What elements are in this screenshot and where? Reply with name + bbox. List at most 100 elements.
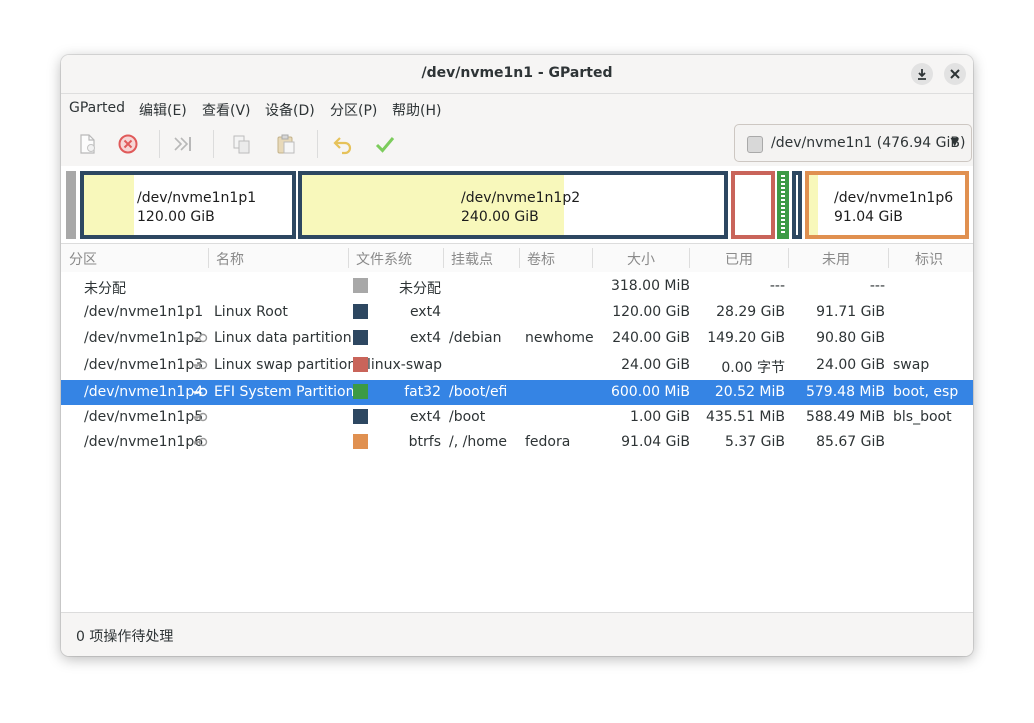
copy-icon <box>233 135 250 154</box>
table-row[interactable]: /dev/nvme1n1p6 btrfs /, /home fedora 91.04 G… <box>61 430 973 455</box>
undo-icon <box>333 137 352 155</box>
title-bar: /dev/nvme1n1 - GParted <box>61 55 973 94</box>
partition-path: /dev/nvme1n1p6 <box>84 434 204 450</box>
apply-icon <box>375 137 395 153</box>
paste-icon <box>277 134 295 154</box>
drive-icon <box>747 136 763 153</box>
size: 120.00 GiB <box>612 304 690 320</box>
apply-button[interactable] <box>371 130 399 158</box>
partition-path: /dev/nvme1n1p3 <box>84 357 204 373</box>
disk-map-partition-p3[interactable] <box>731 171 775 239</box>
pending-operations-text: 0 项操作待处理 <box>76 629 174 645</box>
partition-path: 未分配 <box>84 281 126 297</box>
menu-edit[interactable]: 编辑(E) <box>139 100 187 120</box>
used: 5.37 GiB <box>725 434 785 450</box>
partition-size: 240.00 GiB <box>461 209 539 225</box>
partition-size: 91.04 GiB <box>834 209 903 225</box>
table-row[interactable]: /dev/nvme1n1p5 ext4/boot 1.00 GiB 435.51 Mi… <box>61 405 973 430</box>
size: 1.00 GiB <box>630 409 690 425</box>
filesystem-color-swatch <box>353 357 368 372</box>
column-flags[interactable]: 标识 <box>915 249 943 269</box>
disk-map-partition-p6[interactable]: /dev/nvme1n1p6 91.04 GiB <box>805 171 969 239</box>
column-partition[interactable]: 分区 <box>69 249 97 269</box>
filesystem: fat32 <box>404 384 441 400</box>
toolbar-separator <box>317 130 318 158</box>
toolbar-separator <box>159 130 160 158</box>
filesystem: linux-swap <box>367 357 443 373</box>
device-label: /dev/nvme1n1 (476.94 GiB) <box>771 135 966 151</box>
menu-device[interactable]: 设备(D) <box>265 100 315 120</box>
filesystem: ext4 <box>409 304 441 320</box>
column-filesystem[interactable]: 文件系统 <box>356 249 412 269</box>
gparted-window: /dev/nvme1n1 - GParted GParted 编辑(E) 查看(… <box>61 55 973 656</box>
unused: 579.48 MiB <box>805 384 885 400</box>
unallocated-block[interactable] <box>66 171 76 239</box>
column-headers: 分区 名称 文件系统 挂载点 卷标 大小 已用 未用 标识 <box>61 243 973 273</box>
dropdown-arrow-icon: ▼ <box>950 135 959 148</box>
menu-help[interactable]: 帮助(H) <box>392 100 441 120</box>
copy-button[interactable] <box>228 130 256 158</box>
filesystem-color-swatch <box>353 434 368 449</box>
disk-map-partition-p2[interactable]: /dev/nvme1n1p2 240.00 GiB <box>298 171 728 239</box>
close-icon <box>950 69 960 79</box>
column-mountpoint[interactable]: 挂载点 <box>451 249 493 269</box>
menu-gparted[interactable]: GParted <box>69 100 125 116</box>
unused: 85.67 GiB <box>816 434 885 450</box>
table-row[interactable]: /dev/nvme1n1p3 Linux swap partition linux-… <box>61 353 973 378</box>
mountpoint: /, /home <box>449 434 508 450</box>
device-selector[interactable]: /dev/nvme1n1 (476.94 GiB) ▼ <box>734 124 972 162</box>
new-partition-icon <box>80 134 95 154</box>
key-icon <box>192 330 208 346</box>
table-row[interactable]: /dev/nvme1n1p1 Linux Root ext4 120.00 GiB 28… <box>61 300 973 325</box>
partition-name: Linux Root <box>214 304 288 320</box>
menu-partition[interactable]: 分区(P) <box>330 100 377 120</box>
resize-move-icon <box>174 137 191 151</box>
partition-size: 120.00 GiB <box>137 209 215 225</box>
flags: bls_boot <box>893 409 952 425</box>
partition-name: Linux swap partition <box>214 357 357 373</box>
unused: 24.00 GiB <box>816 357 885 373</box>
table-row[interactable]: /dev/nvme1n1p4 EFI System Partition fat32 /… <box>61 380 973 405</box>
hatched-pattern <box>781 175 785 235</box>
unused: 588.49 MiB <box>805 409 885 425</box>
status-bar: 0 项操作待处理 <box>61 612 973 656</box>
new-partition-button[interactable] <box>73 130 101 158</box>
unused: 91.71 GiB <box>816 304 885 320</box>
used: 20.52 MiB <box>714 384 785 400</box>
volume-label: fedora <box>525 434 571 450</box>
key-icon <box>192 357 208 373</box>
resize-move-button[interactable] <box>169 130 197 158</box>
used: 149.20 GiB <box>707 330 785 346</box>
size: 24.00 GiB <box>621 357 690 373</box>
close-button[interactable] <box>944 63 966 85</box>
table-row[interactable]: 未分配 未分配 318.00 MiB --- --- <box>61 274 973 299</box>
size: 91.04 GiB <box>621 434 690 450</box>
minimize-button[interactable] <box>911 63 933 85</box>
disk-map-partition-p5[interactable] <box>792 171 802 239</box>
partition-name: /dev/nvme1n1p6 <box>834 190 954 206</box>
filesystem: 未分配 <box>399 281 441 297</box>
partition-name: Linux data partition <box>214 330 352 346</box>
key-icon <box>192 384 208 400</box>
paste-button[interactable] <box>272 130 300 158</box>
disk-map-partition-p4[interactable] <box>777 171 789 239</box>
column-name[interactable]: 名称 <box>216 249 244 269</box>
menu-view[interactable]: 查看(V) <box>202 100 251 120</box>
key-icon <box>192 434 208 450</box>
column-size[interactable]: 大小 <box>627 249 655 269</box>
column-label[interactable]: 卷标 <box>527 249 555 269</box>
filesystem: btrfs <box>408 434 441 450</box>
disk-map-partition-p1[interactable]: /dev/nvme1n1p1 120.00 GiB <box>80 171 296 239</box>
mountpoint: /boot/efi <box>449 384 508 400</box>
delete-icon <box>118 134 138 154</box>
column-unused[interactable]: 未用 <box>822 249 850 269</box>
delete-button[interactable] <box>114 130 142 158</box>
used-space-fill <box>84 175 134 235</box>
undo-button[interactable] <box>329 130 357 158</box>
partition-path: /dev/nvme1n1p1 <box>84 304 204 320</box>
column-used[interactable]: 已用 <box>725 249 753 269</box>
partition-list: 未分配 未分配 318.00 MiB --- --- /dev/nvme1n1p1 Linu… <box>61 272 973 612</box>
table-row[interactable]: /dev/nvme1n1p2 Linux data partition ext4/d… <box>61 326 973 351</box>
key-icon <box>192 409 208 425</box>
partition-name: /dev/nvme1n1p2 <box>461 190 581 206</box>
